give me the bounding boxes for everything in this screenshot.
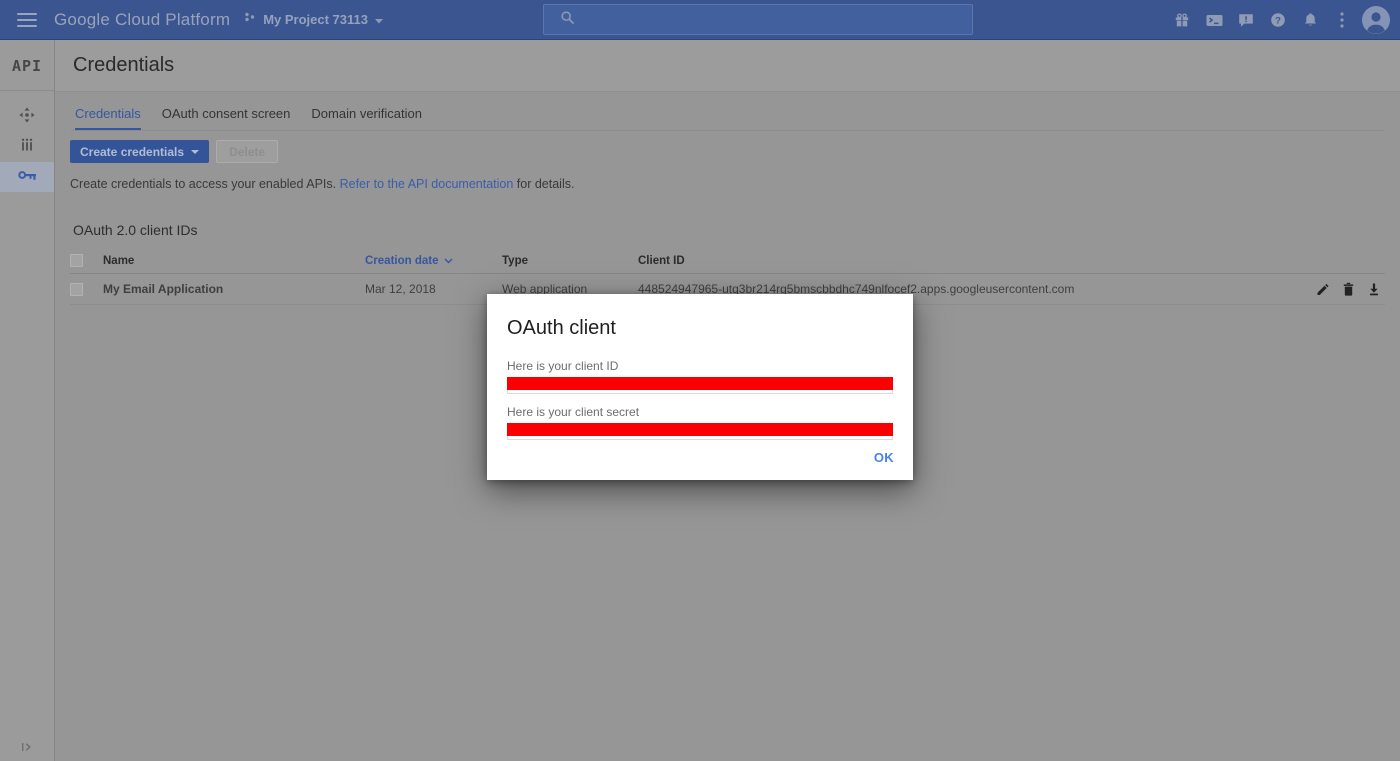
client-id-field[interactable] (507, 377, 893, 394)
oauth-client-dialog: OAuth client Here is your client ID Here… (487, 294, 913, 480)
client-secret-field[interactable] (507, 423, 893, 440)
client-secret-label: Here is your client secret (507, 405, 893, 419)
client-id-label: Here is your client ID (507, 359, 893, 373)
dialog-title: OAuth client (507, 317, 893, 340)
client-id-redaction (507, 377, 893, 390)
ok-button[interactable]: OK (874, 450, 894, 465)
client-secret-redaction (507, 423, 893, 436)
